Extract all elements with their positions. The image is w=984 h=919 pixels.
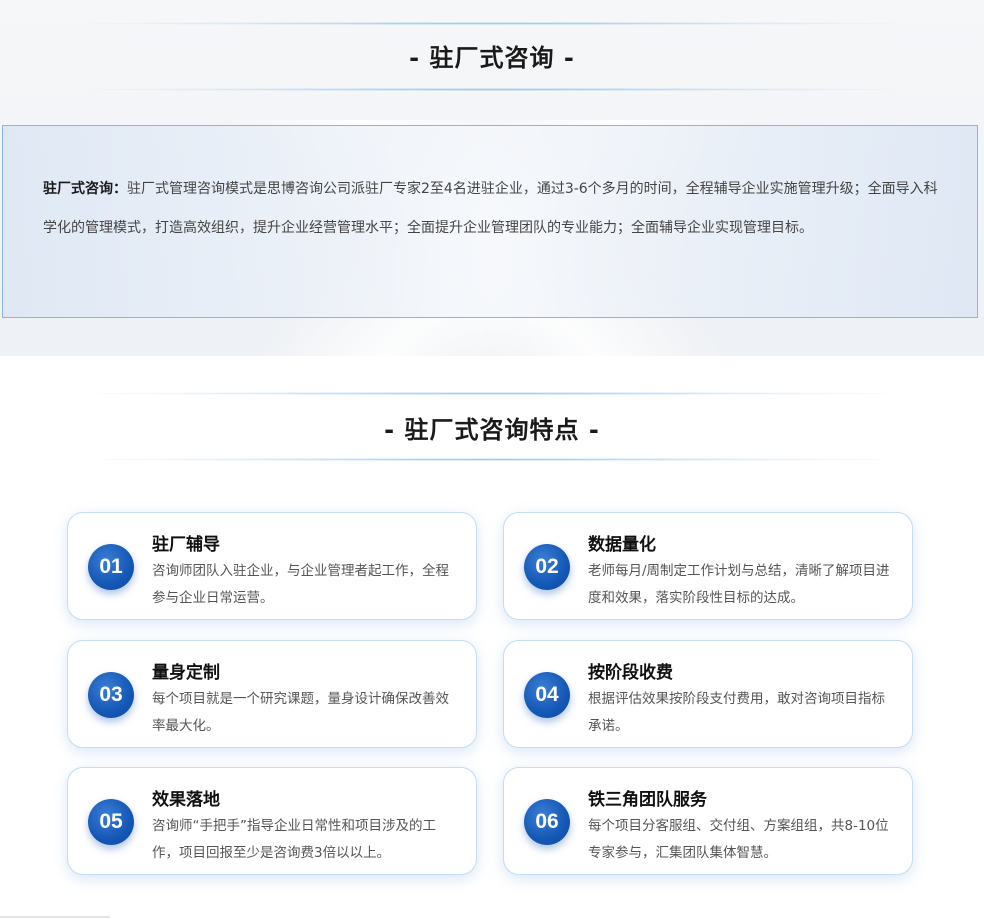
card-description: 咨询师“手把手”指导企业日常性和项目涉及的工作，项目回报至少是咨询费3倍以以上。 [152, 818, 436, 861]
number-badge: 04 [524, 672, 570, 718]
card-title: 铁三角团队服务 [588, 790, 707, 810]
number-badge: 03 [88, 672, 134, 718]
card-title: 按阶段收费 [588, 663, 673, 683]
card-title: 量身定制 [152, 663, 220, 683]
card-description: 咨询师团队入驻企业，与企业管理者起工作，全程参与企业日常运营。 [152, 563, 449, 606]
feature-card-02: 02 数据量化 老师每月/周制定工作计划与总结，清晰了解项目进度和效果，落实阶段… [503, 512, 913, 620]
number-badge: 05 [88, 799, 134, 845]
feature-card-01: 01 驻厂辅导 咨询师团队入驻企业，与企业管理者起工作，全程参与企业日常运营。 [67, 512, 477, 620]
feature-card-03: 03 量身定制 每个项目就是一个研究课题，量身设计确保改善效率最大化。 [67, 640, 477, 748]
number-badge: 06 [524, 799, 570, 845]
card-description: 每个项目就是一个研究课题，量身设计确保改善效率最大化。 [152, 691, 449, 734]
card-description: 老师每月/周制定工作计划与总结，清晰了解项目进度和效果，落实阶段性目标的达成。 [588, 563, 890, 606]
feature-card-06: 06 铁三角团队服务 每个项目分客服组、交付组、方案组组，共8-10位专家参与，… [503, 767, 913, 875]
number-badge: 02 [524, 544, 570, 590]
bottom-divider [0, 916, 110, 918]
feature-card-04: 04 按阶段收费 根据评估效果按阶段支付费用，敢对咨询项目指标承诺。 [503, 640, 913, 748]
card-title: 效果落地 [152, 790, 220, 810]
card-description: 根据评估效果按阶段支付费用，敢对咨询项目指标承诺。 [588, 691, 885, 734]
card-title: 数据量化 [588, 535, 656, 555]
card-title: 驻厂辅导 [152, 535, 220, 555]
feature-cards: 01 驻厂辅导 咨询师团队入驻企业，与企业管理者起工作，全程参与企业日常运营。 … [0, 0, 984, 919]
feature-card-05: 05 效果落地 咨询师“手把手”指导企业日常性和项目涉及的工作，项目回报至少是咨… [67, 767, 477, 875]
card-description: 每个项目分客服组、交付组、方案组组，共8-10位专家参与，汇集团队集体智慧。 [588, 818, 889, 861]
number-badge: 01 [88, 544, 134, 590]
